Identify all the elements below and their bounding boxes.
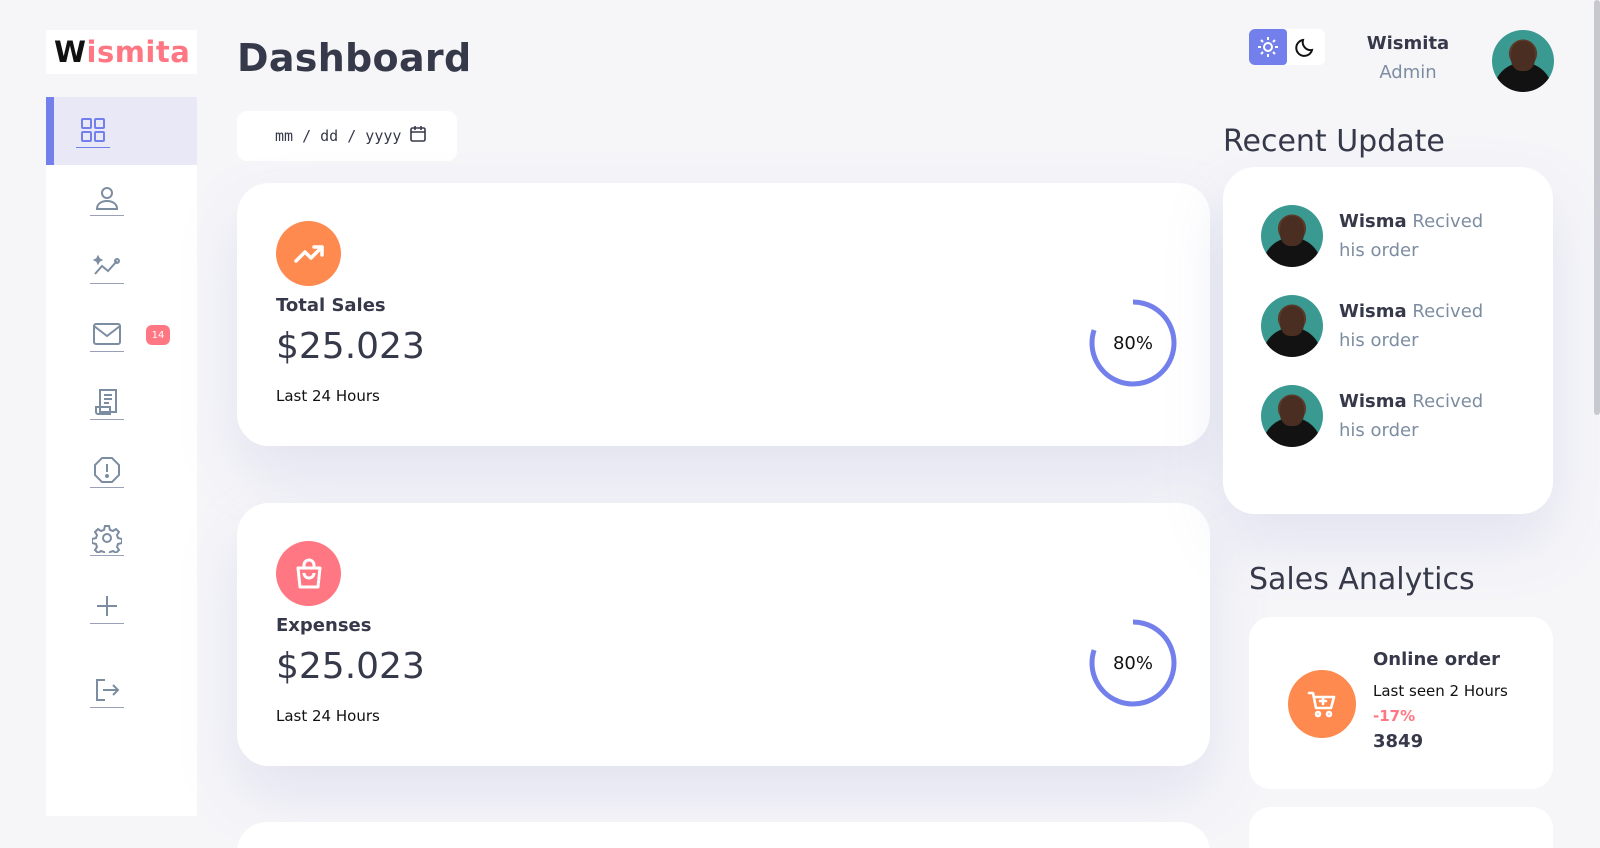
- avatar: [1261, 205, 1323, 267]
- analytics-item-online-order: Online order Last seen 2 Hours -17% 3849: [1249, 617, 1553, 789]
- expenses-card: Expenses $25.023 Last 24 Hours 80%: [237, 503, 1210, 766]
- sidebar-item-logout[interactable]: [46, 657, 197, 725]
- sidebar-item-reports[interactable]: [46, 437, 197, 505]
- brand-logo: Wismita: [46, 30, 197, 74]
- sidebar-item-customers[interactable]: [46, 165, 197, 233]
- page-title: Dashboard: [237, 36, 472, 80]
- gear-icon: [90, 522, 124, 556]
- trending-up-icon: [276, 221, 341, 286]
- brand-logo-rest: ismita: [86, 35, 191, 69]
- scrollbar[interactable]: [1594, 0, 1600, 415]
- update-item: Wisma Recived his order: [1261, 385, 1531, 447]
- theme-toggle[interactable]: [1249, 29, 1325, 65]
- user-role: Admin: [1379, 62, 1437, 83]
- update-name: Wisma: [1339, 301, 1407, 322]
- logout-icon: [90, 674, 124, 708]
- report-icon: [90, 454, 124, 488]
- sidebar-item-analytics[interactable]: [46, 233, 197, 301]
- user-name: Wismita: [1366, 33, 1450, 54]
- analytics-title: Online order: [1373, 649, 1500, 670]
- person-icon: [90, 182, 124, 216]
- progress-ring: 80%: [1087, 617, 1179, 709]
- date-input[interactable]: mm / dd / yyyy: [237, 111, 457, 161]
- messages-badge: 14: [146, 325, 170, 345]
- mail-icon: [90, 318, 124, 352]
- income-card: [237, 822, 1210, 848]
- moon-icon[interactable]: [1287, 29, 1325, 65]
- sidebar-item-messages[interactable]: 14: [46, 301, 197, 369]
- calendar-icon[interactable]: [409, 125, 427, 147]
- card-label: Expenses: [276, 615, 372, 636]
- card-subtext: Last 24 Hours: [276, 707, 380, 725]
- recent-updates-panel: Wisma Recived his order Wisma Recived hi…: [1223, 167, 1553, 514]
- shopping-bag-icon: [276, 541, 341, 606]
- sales-card: Total Sales $25.023 Last 24 Hours 80%: [237, 183, 1210, 446]
- analytics-count: 3849: [1373, 731, 1424, 752]
- progress-percent: 80%: [1112, 652, 1153, 674]
- avatar: [1261, 385, 1323, 447]
- card-subtext: Last 24 Hours: [276, 387, 380, 405]
- update-item: Wisma Recived his order: [1261, 205, 1531, 267]
- insights-icon: [90, 250, 124, 284]
- progress-ring: 80%: [1087, 297, 1179, 389]
- sidebar-item-dashboard[interactable]: [46, 97, 197, 165]
- date-input-placeholder: mm / dd / yyyy: [275, 127, 402, 145]
- plus-icon: [90, 590, 124, 624]
- update-name: Wisma: [1339, 211, 1407, 232]
- recent-update-title: Recent Update: [1223, 124, 1445, 159]
- sidebar-item-add-product[interactable]: [46, 573, 197, 641]
- analytics-item-next: [1249, 807, 1553, 848]
- update-name: Wisma: [1339, 391, 1407, 412]
- update-item: Wisma Recived his order: [1261, 295, 1531, 357]
- sidebar: 14: [46, 97, 197, 816]
- avatar[interactable]: [1492, 30, 1554, 92]
- analytics-delta: -17%: [1373, 707, 1416, 725]
- card-value: $25.023: [276, 646, 425, 687]
- progress-percent: 80%: [1112, 332, 1153, 354]
- avatar: [1261, 295, 1323, 357]
- receipt-icon: [90, 386, 124, 420]
- card-value: $25.023: [276, 326, 425, 367]
- analytics-subtext: Last seen 2 Hours: [1373, 682, 1508, 700]
- sales-analytics-title: Sales Analytics: [1249, 562, 1475, 597]
- sidebar-item-products[interactable]: [46, 369, 197, 437]
- sun-icon[interactable]: [1249, 29, 1287, 65]
- grid-icon: [76, 114, 110, 148]
- cart-icon: [1288, 670, 1356, 738]
- card-label: Total Sales: [276, 295, 386, 316]
- sidebar-item-settings[interactable]: [46, 505, 197, 573]
- brand-logo-first: W: [54, 35, 87, 69]
